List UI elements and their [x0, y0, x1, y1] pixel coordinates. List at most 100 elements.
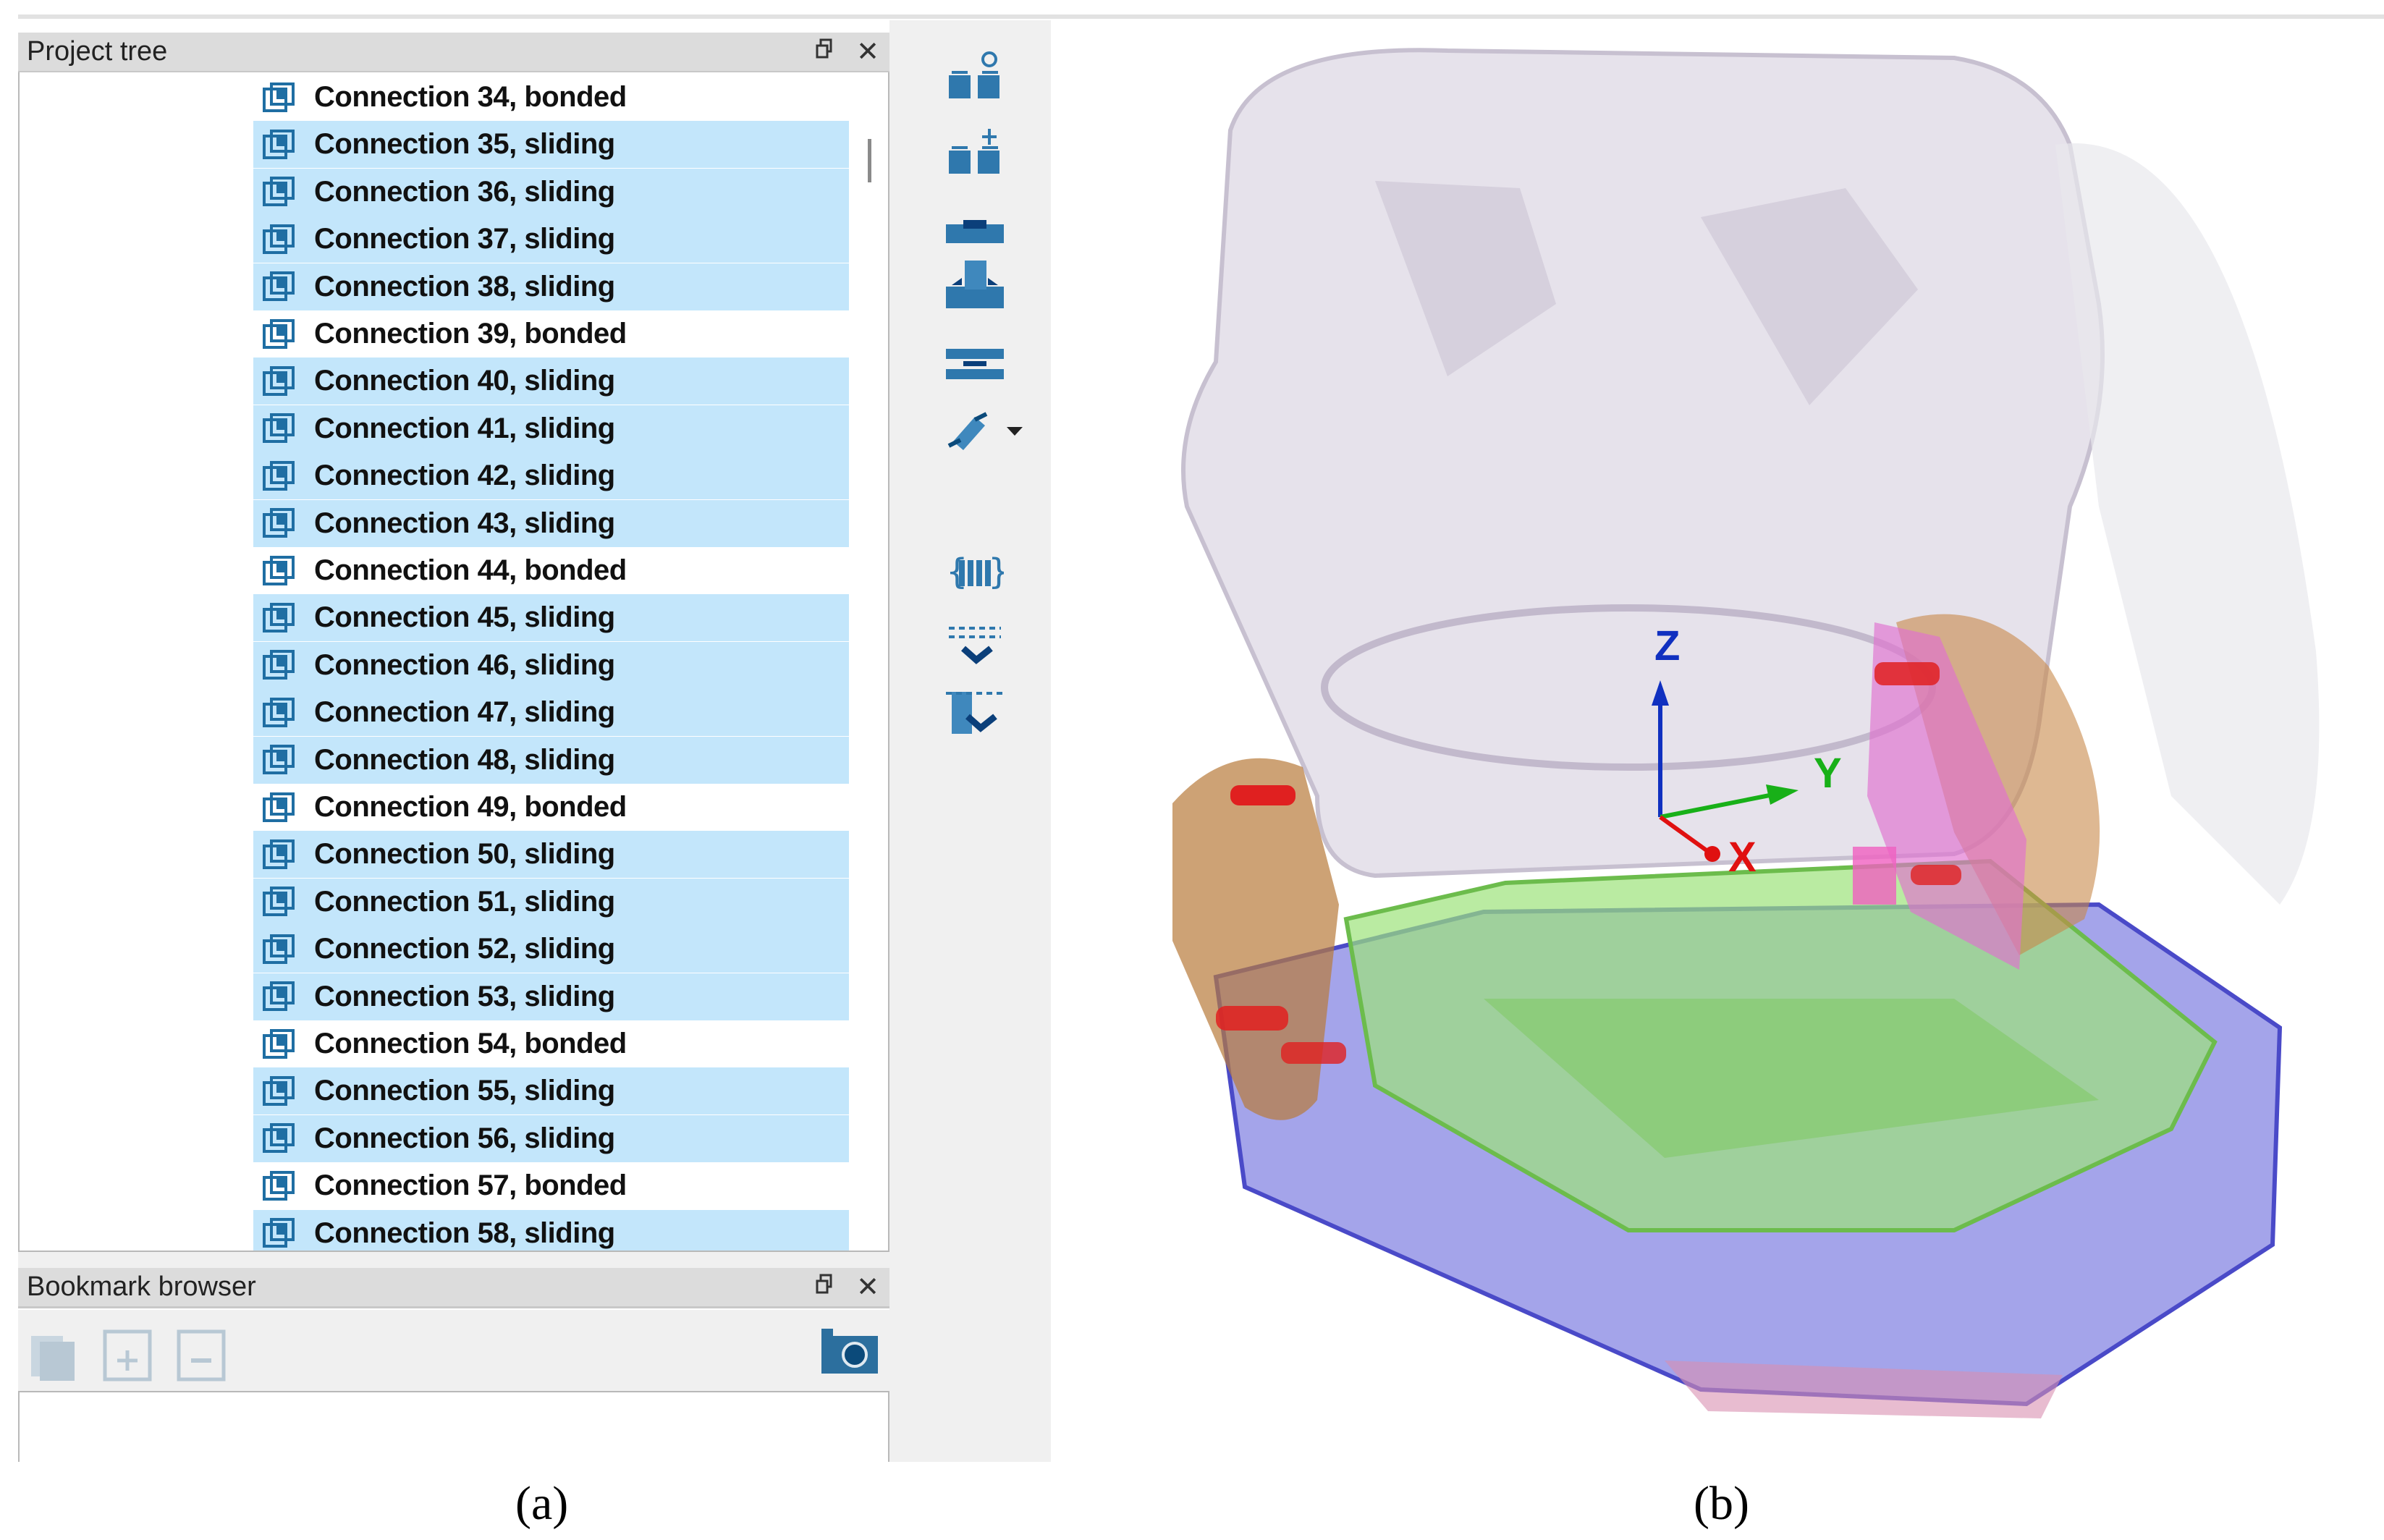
tree-item[interactable]: Connection 51, sliding: [253, 878, 849, 926]
connection-icon: [263, 934, 295, 964]
scrollbar-thumb[interactable]: [868, 139, 871, 182]
spring-icon[interactable]: {}: [946, 547, 1004, 598]
close-panel-button[interactable]: ✕: [846, 35, 889, 68]
sliding-contact-icon[interactable]: [946, 339, 1004, 389]
tree-item-label: Connection 34, bonded: [314, 81, 627, 113]
tree-item[interactable]: Connection 45, sliding: [253, 594, 849, 642]
restore-icon: [816, 38, 832, 59]
tree-item-label: Connection 54, bonded: [314, 1028, 627, 1059]
tree-item-label: Connection 46, sliding: [314, 648, 615, 681]
connection-icon: [263, 887, 295, 917]
project-tree: Connection 34, bonded Connection 35, slid…: [18, 72, 889, 1252]
connection-icon: [263, 792, 295, 822]
remove-bookmark-icon[interactable]: [176, 1329, 227, 1384]
tree-item-label: Connection 36, sliding: [314, 175, 615, 208]
tree-item[interactable]: Connection 57, bonded: [253, 1162, 849, 1209]
connection-icon: [263, 1075, 295, 1106]
tree-item-label: Connection 41, sliding: [314, 412, 615, 444]
tree-item[interactable]: Connection 43, sliding: [253, 499, 849, 547]
contact-detection-icon[interactable]: [946, 621, 1004, 672]
connection-icon: [263, 555, 295, 585]
tree-item[interactable]: Connection 49, bonded: [253, 784, 849, 831]
tree-item-label: Connection 52, sliding: [314, 933, 615, 965]
project-tree-header: Project tree ✕: [18, 33, 889, 73]
tree-item-label: Connection 40, sliding: [314, 365, 615, 397]
bookmark-toolbar: [18, 1310, 889, 1391]
float-panel-button[interactable]: [803, 36, 846, 67]
tree-item[interactable]: Connection 56, sliding: [253, 1114, 849, 1162]
tree-item[interactable]: Connection 37, sliding: [253, 216, 849, 263]
tree-item[interactable]: Connection 50, sliding: [253, 831, 849, 879]
bookmark-browser-title: Bookmark browser: [27, 1272, 256, 1302]
tree-item-label: Connection 47, sliding: [314, 696, 615, 729]
connection-icon: [263, 177, 295, 207]
tree-item[interactable]: Connection 36, sliding: [253, 168, 849, 216]
tree-item[interactable]: Connection 40, sliding: [253, 358, 849, 405]
close-panel-button[interactable]: ✕: [846, 1271, 889, 1303]
bonded-contact-icon[interactable]: [946, 207, 1004, 258]
connection-icon: [263, 508, 295, 538]
connection-icon: [263, 82, 295, 112]
tree-item-label: Connection 42, sliding: [314, 460, 615, 492]
tree-item[interactable]: Connection 38, sliding: [253, 263, 849, 310]
project-tree-title: Project tree: [27, 36, 168, 67]
bookmark-list: [18, 1391, 889, 1462]
tree-item[interactable]: Connection 42, sliding: [253, 452, 849, 500]
connection-icon: [263, 224, 295, 254]
add-connection-icon[interactable]: [946, 126, 1004, 177]
tree-item[interactable]: Connection 47, sliding: [253, 689, 849, 737]
tree-item[interactable]: Connection 53, sliding: [253, 973, 849, 1020]
left-bracket: [1172, 758, 1339, 1120]
connection-icon: [263, 1170, 295, 1201]
connection-icon: [263, 1123, 295, 1154]
x-axis-label: X: [1728, 834, 1757, 881]
dropdown-arrow-icon[interactable]: [1005, 426, 1024, 437]
bookmark-browser-header: Bookmark browser ✕: [18, 1268, 889, 1308]
contact-detection-volume-icon[interactable]: [946, 686, 1004, 737]
tree-item-label: Connection 35, sliding: [314, 128, 615, 161]
tree-item-label: Connection 51, sliding: [314, 885, 615, 918]
tree-item-label: Connection 58, sliding: [314, 1217, 615, 1249]
connection-icon: [263, 129, 295, 159]
tree-item[interactable]: Connection 41, sliding: [253, 405, 849, 452]
connection-icon: [263, 318, 295, 349]
tree-item-label: Connection 37, sliding: [314, 223, 615, 255]
connection-icon: [263, 981, 295, 1012]
tree-item-label: Connection 55, sliding: [314, 1075, 615, 1107]
tree-item[interactable]: Connection 39, bonded: [253, 310, 849, 358]
tree-item[interactable]: Connection 48, sliding: [253, 736, 849, 784]
separation-contact-icon[interactable]: [946, 405, 1004, 456]
refresh-connections-icon[interactable]: [946, 51, 1004, 101]
add-bookmark-icon[interactable]: [102, 1329, 153, 1384]
copy-bookmark-icon[interactable]: [28, 1332, 79, 1382]
panel-gap: [18, 1252, 889, 1268]
z-axis-label: Z: [1654, 622, 1680, 669]
float-panel-button[interactable]: [803, 1272, 846, 1303]
tree-item-label: Connection 43, sliding: [314, 507, 615, 539]
connection-toolbar: {}: [889, 20, 1051, 1462]
y-axis-label: Y: [1814, 750, 1842, 797]
tree-item[interactable]: Connection 55, sliding: [253, 1067, 849, 1115]
tree-item[interactable]: Connection 34, bonded: [253, 74, 849, 121]
connection-icon: [263, 1028, 295, 1059]
tree-item[interactable]: Connection 52, sliding: [253, 926, 849, 973]
tie-contact-icon[interactable]: [946, 259, 1004, 310]
connection-icon: [263, 602, 295, 632]
tree-item[interactable]: Connection 44, bonded: [253, 547, 849, 594]
tree-item-label: Connection 39, bonded: [314, 318, 627, 350]
3d-viewport[interactable]: Z Y X: [1051, 40, 2384, 1462]
connection-icon: [263, 697, 295, 727]
tree-item-label: Connection 45, sliding: [314, 601, 615, 634]
tree-item-label: Connection 48, sliding: [314, 743, 615, 776]
camera-icon[interactable]: [820, 1327, 879, 1375]
tree-item-label: Connection 53, sliding: [314, 980, 615, 1012]
tree-item[interactable]: Connection 35, sliding: [253, 121, 849, 169]
connection-icon: [263, 365, 295, 396]
connection-icon: [263, 413, 295, 444]
tree-item[interactable]: Connection 58, sliding: [253, 1209, 849, 1251]
connection-icon: [263, 839, 295, 869]
tree-item[interactable]: Connection 46, sliding: [253, 641, 849, 689]
connection-icon: [263, 271, 295, 302]
tree-item-label: Connection 49, bonded: [314, 791, 627, 823]
tree-item[interactable]: Connection 54, bonded: [253, 1020, 849, 1067]
